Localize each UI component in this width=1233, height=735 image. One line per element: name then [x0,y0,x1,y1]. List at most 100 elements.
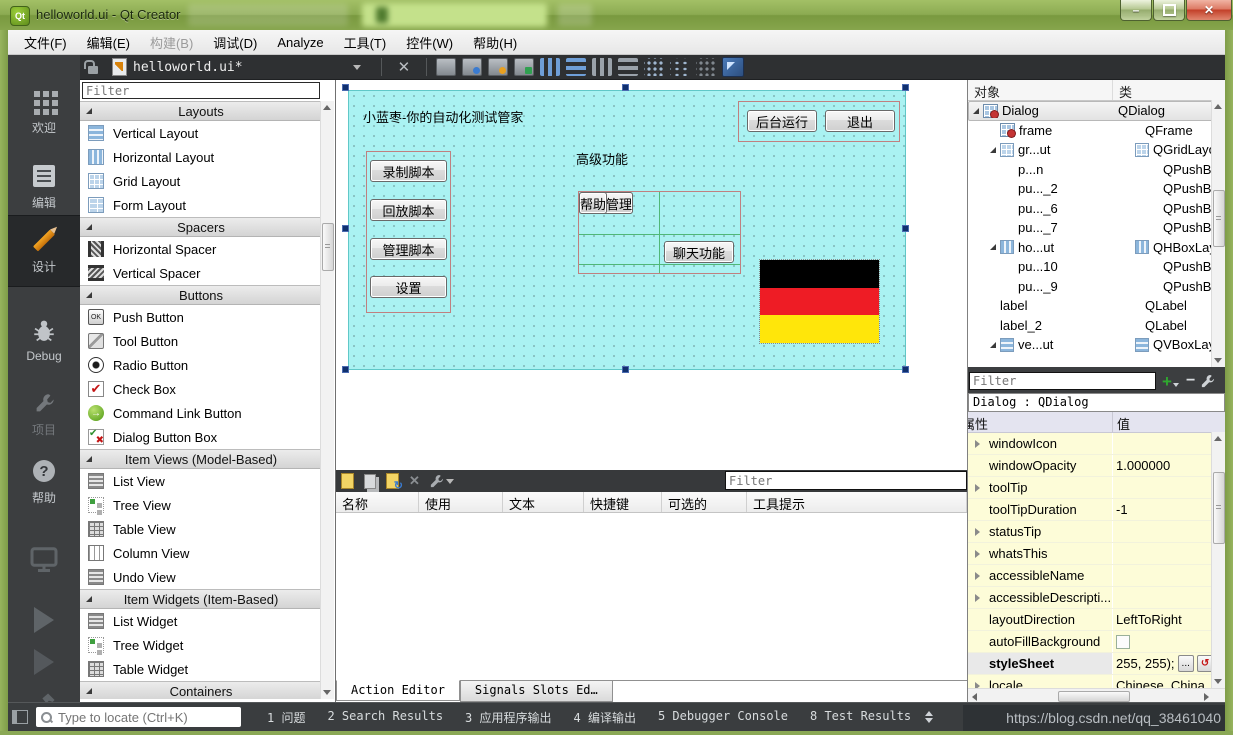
scroll-down-icon[interactable] [1214,358,1222,363]
mode-tab-编辑[interactable]: 编辑 [8,163,80,211]
property-object-selector[interactable]: Dialog : QDialog [968,393,1225,412]
property-row-whatsThis[interactable]: whatsThis [968,543,1225,565]
delete-action-icon[interactable]: ✕ [409,473,420,489]
property-row-accessibleDescripti[interactable]: accessibleDescripti... [968,587,1225,609]
widget-section-spacers[interactable]: Spacers [80,217,322,237]
form-button[interactable]: 录制脚本 [370,160,447,182]
property-row-autoFillBackground[interactable]: autoFillBackground [968,631,1225,653]
scroll-up-icon[interactable] [1214,104,1222,109]
property-row-toolTipDuration[interactable]: toolTipDuration-1 [968,499,1225,521]
add-property-icon[interactable]: + [1162,373,1172,390]
widget-item-check-box[interactable]: Check Box [80,377,322,401]
scroll-left-icon[interactable] [972,693,977,701]
property-row-styleSheet[interactable]: styleSheet255, 255);...↺ [968,653,1225,675]
widget-item-tree-view[interactable]: Tree View [80,493,322,517]
output-pane-button[interactable]: 4 编译输出 [574,709,636,726]
selection-handle[interactable] [902,84,909,91]
germany-flag-image[interactable] [759,259,880,344]
edit-buddies-icon[interactable] [488,58,508,76]
menu-item[interactable]: 帮助(H) [463,30,527,55]
property-row-layoutDirection[interactable]: layoutDirectionLeftToRight [968,609,1225,631]
locator-input[interactable] [58,710,236,725]
debug-run-icon[interactable] [8,649,80,675]
selection-handle[interactable] [902,366,909,373]
menu-item[interactable]: 文件(F) [14,30,77,55]
open-document-name[interactable]: helloworld.ui* [133,60,243,75]
widget-box-scrollbar[interactable] [320,101,334,699]
property-expander-icon[interactable] [975,528,980,536]
mode-tab-欢迎[interactable]: 欢迎 [8,88,80,136]
selection-handle[interactable] [622,366,629,373]
stylesheet-more-button[interactable]: ... [1178,655,1194,672]
output-pane-button[interactable]: 5 Debugger Console [658,709,788,726]
kit-selector-monitor-icon[interactable] [8,547,80,573]
scroll-up-icon[interactable] [323,105,331,110]
widget-item-horizontal-spacer[interactable]: Horizontal Spacer [80,237,322,261]
form-grid-layout[interactable]: 聊天功能定时任务通知管理帮助 [578,191,741,274]
object-tree-row[interactable]: labelQLabel [968,296,1225,316]
document-dropdown-caret-icon[interactable] [353,65,361,70]
add-property-caret-icon[interactable] [1173,383,1179,387]
widget-item-radio-button[interactable]: Radio Button [80,353,322,377]
selection-handle[interactable] [902,225,909,232]
property-row-windowOpacity[interactable]: windowOpacity1.000000 [968,455,1225,477]
property-expander-icon[interactable] [975,440,980,448]
menu-item[interactable]: Analyze [267,32,333,53]
widget-section-item-widgets-item-based-[interactable]: Item Widgets (Item-Based) [80,589,322,609]
property-row-windowIcon[interactable]: windowIcon [968,433,1225,455]
scrollbar-thumb[interactable] [1058,691,1130,702]
object-tree-row[interactable]: DialogQDialog [968,101,1225,121]
widget-item-table-widget[interactable]: Table Widget [80,657,322,681]
widget-item-tree-widget[interactable]: Tree Widget [80,633,322,657]
object-tree-row[interactable]: pu..._6QPushButton [968,199,1225,219]
scroll-up-icon[interactable] [1214,436,1222,441]
output-panes-toggle-icon[interactable] [925,711,933,723]
mode-tab-帮助[interactable]: ?帮助 [8,458,80,506]
locator-box[interactable] [36,707,241,727]
form-button[interactable]: 管理脚本 [370,238,447,260]
minimize-button[interactable]: – [1120,0,1152,21]
adjust-size-icon[interactable] [722,57,744,77]
output-pane-button[interactable]: 8 Test Results [810,709,911,726]
property-checkbox[interactable] [1116,635,1130,649]
edit-widgets-icon[interactable] [436,58,456,76]
form-vbox-layout[interactable]: 录制脚本回放脚本管理脚本设置 [366,151,451,313]
object-tree-row[interactable]: frameQFrame [968,121,1225,141]
scrollbar-thumb[interactable] [1213,472,1225,544]
widget-item-tool-button[interactable]: Tool Button [80,329,322,353]
widget-item-command-link-button[interactable]: Command Link Button [80,401,322,425]
object-tree-row[interactable]: ve...utQVBoxLayout [968,335,1225,354]
close-document-icon[interactable]: ✕ [398,58,411,76]
property-expander-icon[interactable] [975,572,980,580]
action-filter-input[interactable] [725,471,967,490]
break-layout-icon[interactable] [696,58,716,76]
property-row-toolTip[interactable]: toolTip [968,477,1225,499]
widget-filter-input[interactable] [82,82,320,99]
widget-item-list-view[interactable]: List View [80,469,322,493]
object-tree-row[interactable]: p...nQPushButton [968,160,1225,180]
widget-item-table-view[interactable]: Table View [80,517,322,541]
new-action-icon[interactable] [341,473,354,489]
selection-handle[interactable] [622,84,629,91]
configure-caret-icon[interactable] [446,479,454,484]
maximize-button[interactable] [1153,0,1185,21]
output-pane-button[interactable]: 3 应用程序输出 [465,709,551,726]
widget-section-layouts[interactable]: Layouts [80,101,322,121]
tool-tab-signals-slots[interactable]: Signals Slots Ed… [460,681,613,702]
property-row-statusTip[interactable]: statusTip [968,521,1225,543]
layout-horizontal-splitter-icon[interactable] [592,58,612,76]
selection-handle[interactable] [342,84,349,91]
tree-expander-icon[interactable] [990,342,996,348]
tool-tab-action-editor[interactable]: Action Editor [336,680,460,701]
widget-item-vertical-spacer[interactable]: Vertical Spacer [80,261,322,285]
property-scrollbar-horizontal[interactable] [968,688,1225,702]
form-hbox-layout[interactable]: 后台运行退出 [738,101,900,142]
form-button[interactable]: 回放脚本 [370,199,447,221]
toggle-sidebar-icon[interactable] [12,710,28,724]
object-inspector-scrollbar[interactable] [1211,100,1225,367]
scrollbar-thumb[interactable] [1213,190,1225,247]
run-play-icon[interactable] [8,607,80,633]
scroll-right-icon[interactable] [1204,693,1209,701]
remove-property-icon[interactable]: − [1186,373,1195,389]
property-expander-icon[interactable] [975,550,980,558]
